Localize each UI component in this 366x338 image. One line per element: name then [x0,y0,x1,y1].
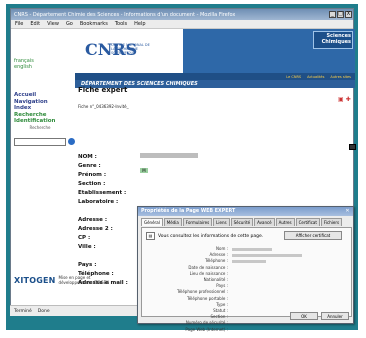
field-label [78,252,128,261]
field-label: Adresse 2 : [78,226,113,232]
banner-label: Sciences Chimiques [321,33,351,45]
maximize-button[interactable]: □ [337,11,344,18]
lang-english[interactable]: english [14,64,34,70]
cnrs-logo[interactable]: CNRS [85,34,137,66]
dialog-panel: ▤ Vous consultez les informations de cet… [141,227,352,332]
field-label: NOM : [78,154,97,160]
tab-media[interactable]: Média [163,218,182,226]
field-label: Laboratoire : [78,199,119,205]
page-info-row: ▤ Vous consultez les informations de cet… [146,231,346,241]
genre-value: M [140,168,148,173]
top-navbar: Le CNRS Actualités Autres sites [75,73,355,80]
search-input[interactable] [14,138,66,146]
menu-view[interactable]: View [47,21,59,27]
dialog-title[interactable]: Propriétés de la Page WEB EXPERT [138,207,353,216]
menu-go[interactable]: Go [66,21,73,27]
status-right: Done [37,308,50,314]
nav-link-actualites[interactable]: Actualités [307,75,324,79]
next-arrow-button[interactable] [349,144,356,150]
field-label: Genre : [78,163,101,169]
page-subtitle: Fiche n°_0436392-Invité_ [78,104,129,109]
menu-file[interactable]: File [15,21,23,27]
screenshot-stage: CNRS - Département Chimie des Sciences -… [0,0,366,338]
properties-dialog: Propriétés de la Page WEB EXPERT ✕ Génér… [137,206,354,332]
dialog-value [232,258,342,264]
footer-credit: Mise en page et développement : ITOGEN [58,275,110,285]
page-header: CNRS CENTRE NATIONAL DE LA RECHERCHE SCI… [75,29,355,73]
header-banner: Sciences Chimiques [183,29,355,73]
field-label: Etablissement : [78,190,127,196]
status-left: Terminé [14,308,32,314]
menu-bar: File Edit View Go Bookmarks Tools Help [11,20,353,29]
show-certificate-button[interactable]: Afficher certificat [284,231,342,240]
menu-bookmarks[interactable]: Bookmarks [80,21,108,27]
menu-help[interactable]: Help [134,21,145,27]
dialog-field-values [232,246,342,265]
print-icon[interactable]: ▣ ✚ [338,96,351,103]
dialog-tabs: Général Média Formulaires Liens Sécurité… [141,218,352,227]
menu-tools[interactable]: Tools [115,21,127,27]
redacted-value [232,259,266,263]
menu-edit[interactable]: Edit [30,21,40,27]
expert-fields: NOM : Genre : Prénom : Section : Etablis… [78,153,128,288]
title-bar[interactable]: CNRS - Département Chimie des Sciences -… [11,9,353,20]
dialog-field-labels: Nom : Adresse : Téléphone : Date de nais… [148,246,228,333]
field-label: Pays : [78,262,97,268]
tab-advanced[interactable]: Avancé [254,218,275,226]
redacted-value [232,253,302,257]
page-info-text: Vous consultez les informations de cette… [158,233,264,239]
search-go-button[interactable] [68,138,75,145]
field-label: Section : [78,181,106,187]
nav-link-autres-sites[interactable]: Autres sites [330,75,351,79]
field-label: Ville : [78,244,96,250]
minimize-button[interactable]: _ [329,11,336,18]
tab-general[interactable]: Général [141,218,163,226]
nom-value-redacted [140,153,198,158]
tab-forms[interactable]: Formulaires [182,218,213,226]
dialog-label: Page Web (Internet) : [185,326,228,332]
page-title: Fiche expert [78,86,128,94]
language-links: français english [14,58,34,70]
side-navigation: Accueil Navigation Index Recherche Ident… [14,92,66,131]
tab-security[interactable]: Sécurité [230,218,254,226]
redacted-value [232,247,272,251]
cancel-button[interactable]: Annuler [321,312,349,320]
tab-files[interactable]: Fichiers [320,218,343,226]
field-label [78,207,128,216]
close-button[interactable]: X [345,11,352,18]
cnrs-caption: CENTRE NATIONAL DE LA RECHERCHE SCIENTIF… [111,43,150,55]
ok-button[interactable]: OK [290,312,318,320]
left-column [11,29,75,305]
itogen-logo[interactable]: XITOGEN [14,276,56,285]
page-footer: XITOGEN Mise en page et développement : … [14,272,122,288]
field-label: CP : [78,235,91,241]
field-label: Prénom : [78,172,107,178]
tab-certificate[interactable]: Certificat [295,218,320,226]
window-title: CNRS - Département Chimie des Sciences -… [14,11,236,18]
nav-link-cnrs[interactable]: Le CNRS [286,75,301,79]
search-label: Recherche [29,124,51,130]
field-label: Adresse : [78,217,108,223]
tab-other[interactable]: Autres [275,218,295,226]
page-icon: ▤ [146,232,155,240]
dialog-buttons: OK Annuler [290,312,349,320]
tab-links[interactable]: Liens [213,218,230,226]
close-icon[interactable]: ✕ [344,208,351,215]
